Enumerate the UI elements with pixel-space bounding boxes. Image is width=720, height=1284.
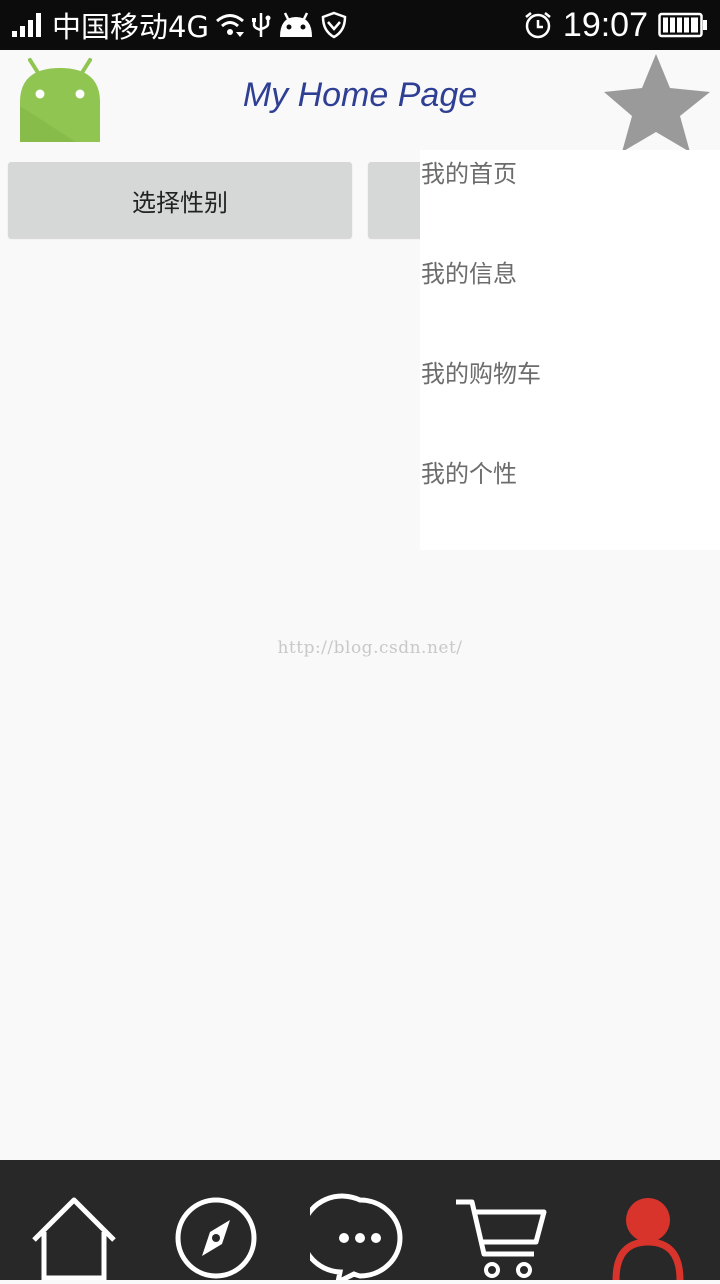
select-gender-button[interactable]: 选择性别 <box>8 162 352 238</box>
chat-icon[interactable] <box>299 1190 410 1284</box>
usb-icon <box>251 11 271 39</box>
clock: 19:07 <box>562 5 648 44</box>
star-icon[interactable] <box>604 52 716 152</box>
menu-item-personality[interactable]: 我的个性 <box>420 450 720 550</box>
bottom-nav <box>0 1160 720 1284</box>
signal-icon <box>12 11 46 39</box>
cart-icon[interactable] <box>452 1190 552 1280</box>
shield-icon <box>321 11 347 39</box>
menu-item-label: 我的个性 <box>421 460 517 488</box>
dropdown-menu: 我的首页 我的信息 我的购物车 我的个性 <box>420 150 720 550</box>
menu-item-label: 我的信息 <box>421 260 517 288</box>
menu-item-label: 我的首页 <box>421 160 517 188</box>
battery-icon <box>658 12 708 38</box>
wifi-icon <box>215 12 245 38</box>
menu-item-label: 我的购物车 <box>421 360 541 388</box>
status-bar: 中国移动4G 19:07 <box>0 0 720 50</box>
carrier-label: 中国移动4G <box>52 10 209 44</box>
menu-item-info[interactable]: 我的信息 <box>420 250 720 350</box>
alarm-icon <box>523 10 553 40</box>
menu-item-cart[interactable]: 我的购物车 <box>420 350 720 450</box>
watermark: http://blog.csdn.net/ <box>277 638 463 658</box>
menu-item-home[interactable]: 我的首页 <box>420 150 720 250</box>
profile-icon[interactable] <box>600 1190 700 1281</box>
home-icon[interactable] <box>24 1190 124 1281</box>
status-bar-left: 中国移动4G <box>12 0 347 50</box>
status-bar-right: 19:07 <box>523 0 708 50</box>
android-debug-icon <box>277 11 315 39</box>
action-bar: My Home Page <box>0 50 720 152</box>
compass-icon[interactable] <box>166 1190 266 1280</box>
